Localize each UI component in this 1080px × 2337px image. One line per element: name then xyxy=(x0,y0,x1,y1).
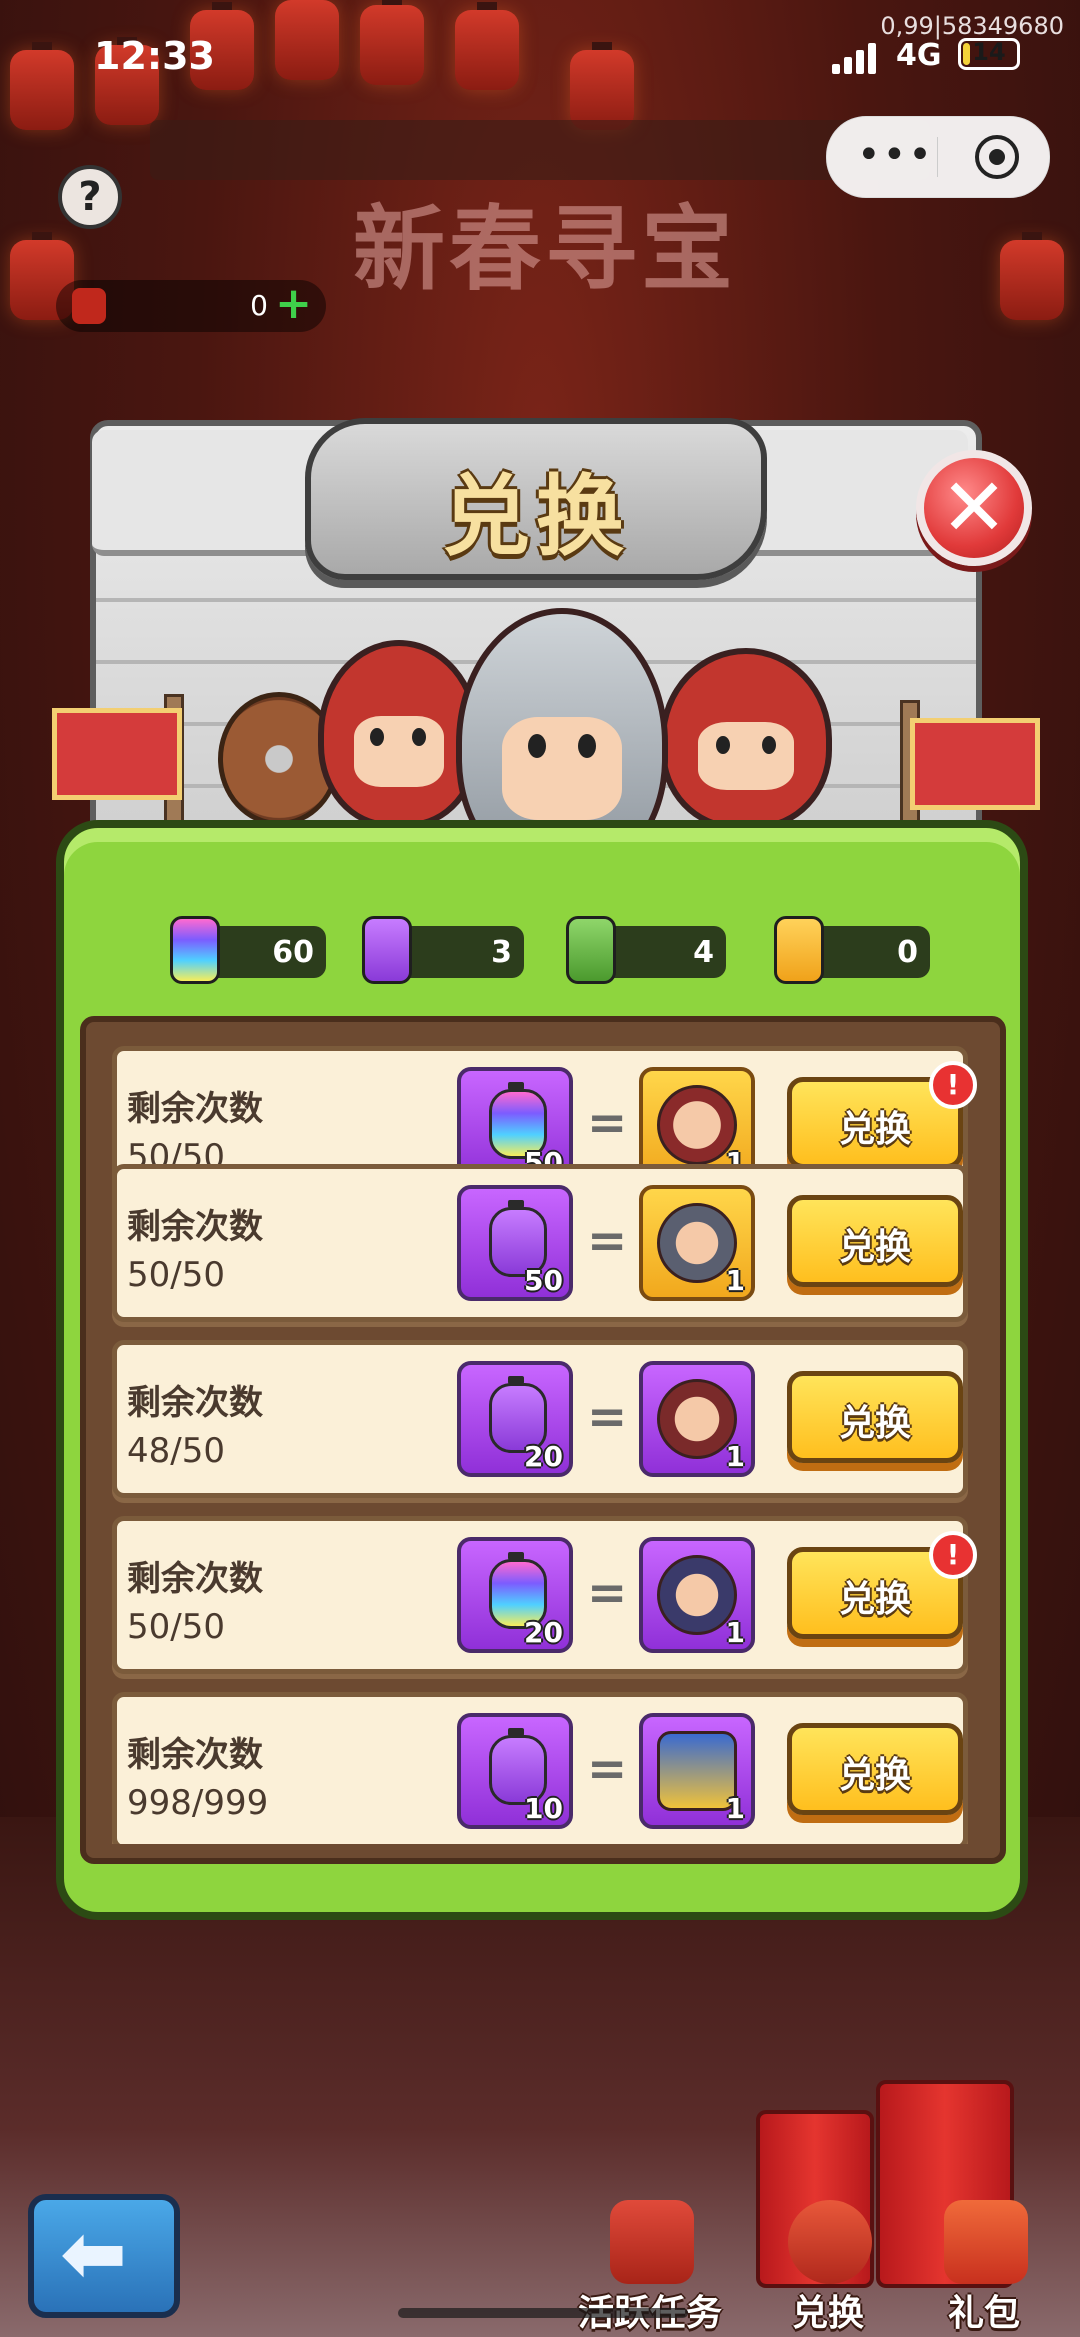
exchange-button-label: 兑换 xyxy=(838,1755,911,1796)
capsule-divider xyxy=(937,137,938,177)
remaining-label: 剩余次数 xyxy=(127,1207,263,1247)
close-icon: ✕ xyxy=(940,461,1008,554)
reward-amount: 1 xyxy=(725,1792,745,1825)
back-arrow-icon: ⬅ xyxy=(60,2207,128,2300)
cost-slot: 10 xyxy=(457,1713,573,1829)
reward-slot: 1 xyxy=(639,1361,755,1477)
reward-amount: 1 xyxy=(725,1264,745,1297)
cost-slot: 50 xyxy=(457,1185,573,1301)
reward-amount: 1 xyxy=(725,1440,745,1473)
equals-icon: = xyxy=(587,1741,628,1797)
remaining-label: 剩余次数 xyxy=(127,1383,263,1423)
equals-icon: = xyxy=(587,1213,628,1269)
resource-value: 60 xyxy=(272,935,314,970)
exchange-button-label: 兑换 xyxy=(838,1579,911,1620)
cost-slot: 20 xyxy=(457,1361,573,1477)
flag-banner-left xyxy=(52,708,182,800)
nav-exchange[interactable]: 兑换 xyxy=(748,2200,908,2334)
reward-slot: 1 xyxy=(639,1185,755,1301)
alert-badge: ! xyxy=(929,1061,977,1109)
dialog-title: 兑换 xyxy=(441,465,630,568)
resource-orange: 0 xyxy=(774,916,930,984)
cost-amount: 10 xyxy=(524,1792,563,1825)
remaining-count: 998/999 xyxy=(127,1783,269,1823)
orange-lantern-icon xyxy=(774,916,824,984)
firecracker-icon xyxy=(72,288,106,324)
exchange-row: 剩余次数 50/50 50 = 1 兑换 xyxy=(112,1164,968,1322)
rainbow-lantern-icon xyxy=(170,916,220,984)
green-lantern-icon xyxy=(566,916,616,984)
resource-purple: 3 xyxy=(362,916,524,984)
signal-icon xyxy=(832,42,882,74)
exchange-button[interactable]: 兑换 xyxy=(787,1723,963,1815)
exchange-list-viewport: 剩余次数 50/50 50 = 1 兑换 ! 剩余次数 50/50 50 = 1… xyxy=(104,1036,982,1844)
cost-slot: 20 xyxy=(457,1537,573,1653)
alert-badge: ! xyxy=(929,1531,977,1579)
remaining-count: 50/50 xyxy=(127,1607,225,1647)
close-target-icon[interactable] xyxy=(975,135,1019,179)
battery-icon: 14 xyxy=(958,38,1020,70)
lantern-decoration xyxy=(1000,232,1064,320)
back-button[interactable]: ⬅ xyxy=(28,2194,180,2318)
exchange-list[interactable]: 剩余次数 50/50 50 = 1 兑换 ! 剩余次数 50/50 50 = 1… xyxy=(80,1016,1006,1864)
nav-gift-pack[interactable]: 礼包 xyxy=(904,2200,1064,2334)
mini-program-capsule: ••• xyxy=(826,116,1050,198)
remaining-label: 剩余次数 xyxy=(127,1559,263,1599)
battery-level: 14 xyxy=(972,38,1006,66)
network-type: 4G xyxy=(896,38,942,73)
close-button[interactable]: ✕ xyxy=(916,450,1032,566)
remaining-label: 剩余次数 xyxy=(127,1735,263,1775)
dialog-title-plate: 兑换 xyxy=(305,418,767,580)
flag-banner-right xyxy=(910,718,1040,810)
equals-icon: = xyxy=(587,1565,628,1621)
remaining-count: 50/50 xyxy=(127,1255,225,1295)
reward-slot: 1 xyxy=(639,1713,755,1829)
home-indicator xyxy=(398,2308,688,2318)
purple-lantern-icon xyxy=(362,916,412,984)
nav-label: 兑换 xyxy=(791,2293,864,2334)
event-title: 新春寻宝 xyxy=(352,196,737,303)
nav-label: 礼包 xyxy=(947,2293,1020,2334)
resource-value: 3 xyxy=(491,935,512,970)
gate-roof xyxy=(150,120,930,180)
resource-rainbow: 60 xyxy=(170,916,326,984)
add-icon[interactable]: + xyxy=(275,282,312,326)
task-scroll-icon xyxy=(610,2200,694,2284)
status-time: 12:33 xyxy=(94,34,215,78)
equals-icon: = xyxy=(587,1095,628,1151)
exchange-row: 剩余次数 48/50 20 = 1 兑换 xyxy=(112,1340,968,1498)
soldier-right-icon xyxy=(660,648,832,830)
exchange-button-label: 兑换 xyxy=(838,1227,911,1268)
more-icon[interactable]: ••• xyxy=(857,135,934,175)
help-icon[interactable]: ? xyxy=(58,165,122,229)
reward-amount: 1 xyxy=(725,1616,745,1649)
firecracker-counter: 0 + xyxy=(56,280,326,332)
resource-green: 4 xyxy=(566,916,726,984)
exchange-button[interactable]: 兑换 xyxy=(787,1195,963,1287)
exchange-button-label: 兑换 xyxy=(838,1403,911,1444)
resource-value: 0 xyxy=(897,935,918,970)
status-bar: 12:33 0,99|58349680 4G 14 xyxy=(0,0,1080,110)
remaining-label: 剩余次数 xyxy=(127,1089,263,1129)
build-info: 0,99|58349680 xyxy=(880,12,1064,40)
exchange-button-label: 兑换 xyxy=(838,1109,911,1150)
counter-value: 0 xyxy=(250,289,268,322)
resource-value: 4 xyxy=(693,935,714,970)
cost-amount: 20 xyxy=(524,1440,563,1473)
exchange-row: 剩余次数 998/999 10 = 1 兑换 xyxy=(112,1692,968,1844)
reward-slot: 1 xyxy=(639,1537,755,1653)
exchange-button[interactable]: 兑换 xyxy=(787,1371,963,1463)
cost-amount: 50 xyxy=(524,1264,563,1297)
cost-amount: 20 xyxy=(524,1616,563,1649)
gift-box-icon xyxy=(944,2200,1028,2284)
exchange-drum-icon xyxy=(788,2200,872,2284)
equals-icon: = xyxy=(587,1389,628,1445)
exchange-row: 剩余次数 50/50 20 = 1 兑换 ! xyxy=(112,1516,977,1674)
remaining-count: 48/50 xyxy=(127,1431,225,1471)
